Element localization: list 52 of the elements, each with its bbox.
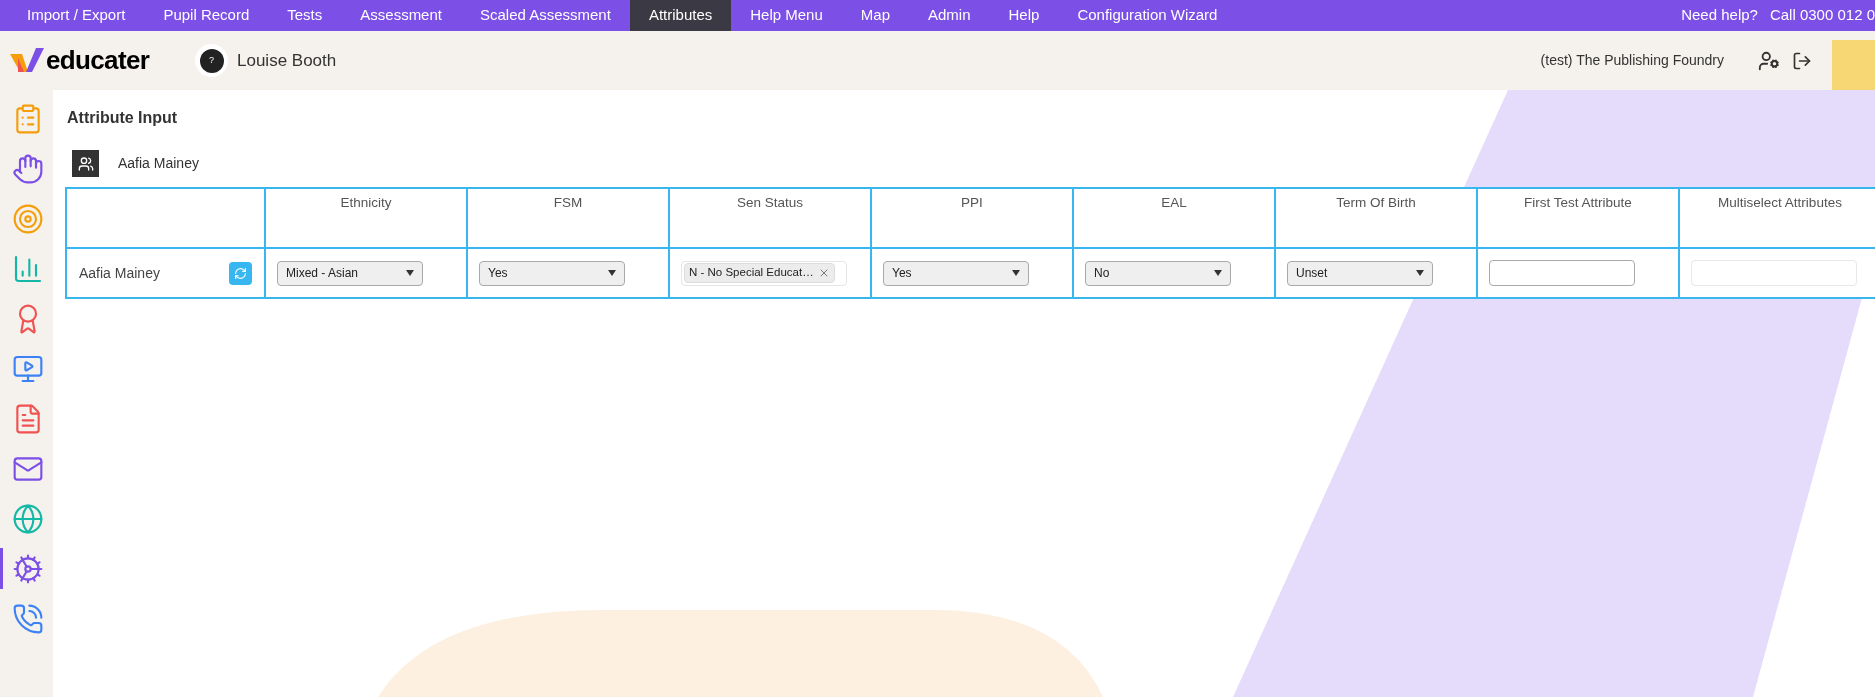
globe-icon bbox=[12, 502, 44, 535]
logo-icon bbox=[10, 47, 44, 74]
nav-tab[interactable]: Help Menu bbox=[731, 0, 842, 31]
school-name: (test) The Publishing Foundry bbox=[1540, 51, 1724, 70]
column-header: EAL bbox=[1073, 188, 1275, 248]
nav-tab[interactable]: Assessment bbox=[341, 0, 461, 31]
user-settings-icon[interactable] bbox=[1758, 49, 1780, 72]
column-header: Multiselect Attributes bbox=[1679, 188, 1875, 248]
people-icon bbox=[77, 155, 94, 172]
column-header: Term Of Birth bbox=[1275, 188, 1477, 248]
nav-tab[interactable]: Map bbox=[841, 0, 909, 31]
nav-tab[interactable]: Pupil Record bbox=[144, 0, 269, 31]
logout-icon[interactable] bbox=[1792, 50, 1812, 71]
nav-tab[interactable]: Help bbox=[989, 0, 1059, 31]
caret-icon bbox=[1416, 270, 1424, 276]
nav-tab[interactable]: Import / Export bbox=[8, 0, 145, 31]
dropdown[interactable]: Mixed - Asian bbox=[277, 260, 423, 286]
input-field[interactable] bbox=[1489, 260, 1635, 286]
dropdown[interactable]: No bbox=[1085, 260, 1231, 286]
target-icon bbox=[12, 202, 44, 235]
pupil-name: Aafia Mainey bbox=[79, 263, 160, 283]
pupil-name: Aafia Mainey bbox=[118, 154, 199, 173]
phone-number: Call 0300 012 0 bbox=[1769, 5, 1875, 26]
column-header: PPI bbox=[871, 188, 1073, 248]
nav-tab[interactable]: Configuration Wizard bbox=[1058, 0, 1237, 31]
hand-icon bbox=[12, 152, 44, 185]
nav-tab[interactable]: Attributes bbox=[629, 0, 732, 31]
refresh-button[interactable] bbox=[229, 261, 252, 285]
page-title: Attribute Input bbox=[66, 108, 179, 128]
dropdown[interactable]: Unset bbox=[1287, 260, 1433, 286]
nav-tab[interactable]: Admin bbox=[909, 0, 990, 31]
refresh-icon bbox=[234, 266, 247, 280]
caret-icon bbox=[1214, 270, 1222, 276]
column-header: First Test Attribute bbox=[1477, 188, 1679, 248]
column-header: Sen Status bbox=[669, 188, 871, 248]
selected-tag: N - No Special Educat… bbox=[684, 263, 835, 283]
school-logo-placeholder bbox=[1832, 39, 1875, 90]
phone-icon bbox=[12, 602, 44, 635]
nav-tab[interactable]: Tests bbox=[268, 0, 342, 31]
caret-icon bbox=[608, 270, 616, 276]
caret-icon bbox=[1012, 270, 1020, 276]
dropdown[interactable]: Yes bbox=[883, 260, 1029, 286]
nav-tab[interactable]: Scaled Assessment bbox=[461, 0, 630, 31]
column-header: Ethnicity bbox=[265, 188, 467, 248]
dropdown[interactable]: Yes bbox=[479, 260, 625, 286]
avatar-mark: ? bbox=[209, 53, 214, 67]
logo-text: educater bbox=[46, 44, 150, 77]
column-header: FSM bbox=[467, 188, 669, 248]
user-name: Louise Booth bbox=[237, 49, 337, 72]
multiselect-field[interactable]: N - No Special Educat… bbox=[681, 260, 847, 286]
help-text: Need help? bbox=[1681, 5, 1758, 26]
caret-icon bbox=[406, 270, 414, 276]
